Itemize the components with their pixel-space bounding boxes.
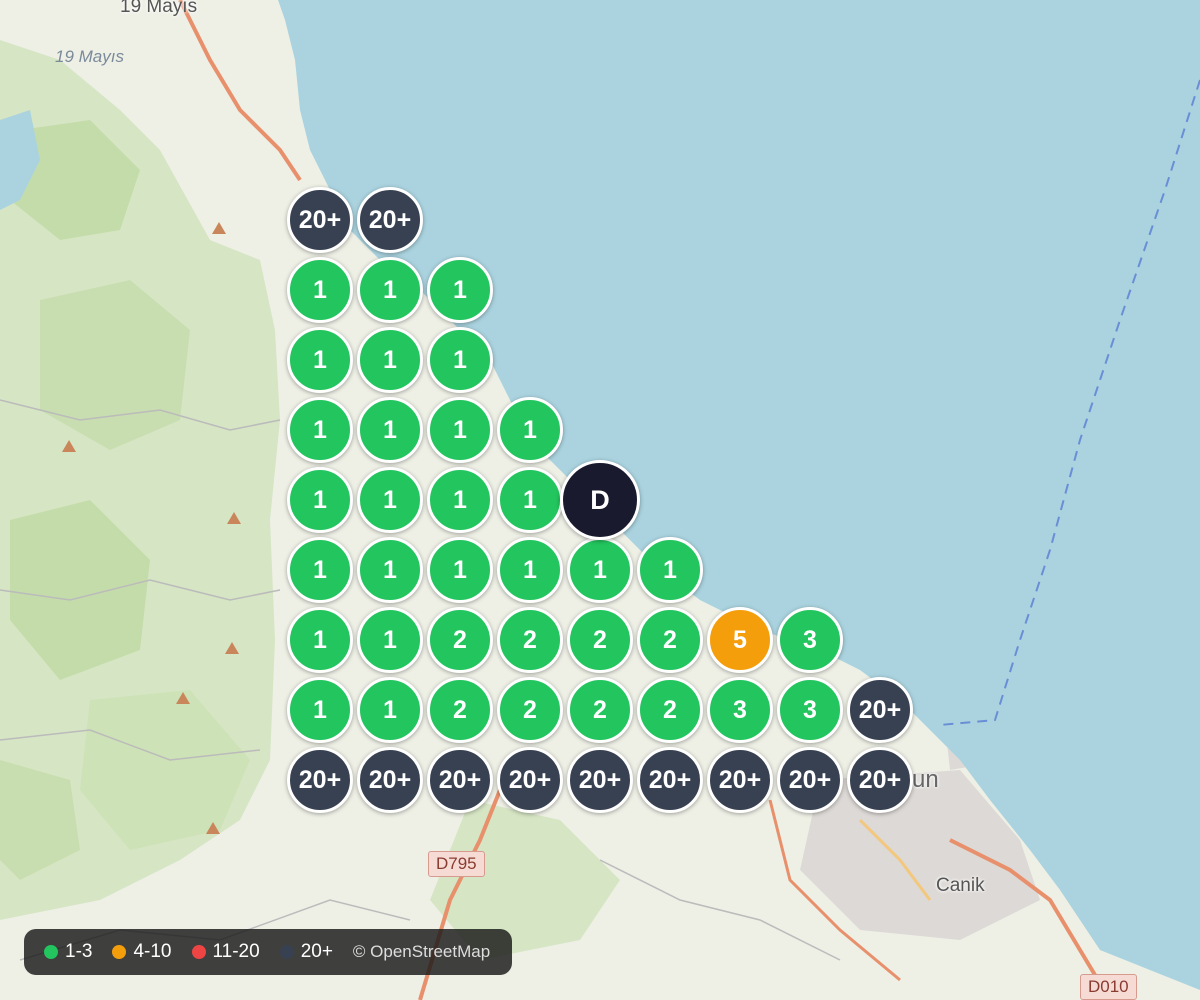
- cluster-marker[interactable]: 1: [287, 257, 353, 323]
- cluster-marker[interactable]: 2: [497, 607, 563, 673]
- cluster-marker[interactable]: 1: [357, 467, 423, 533]
- cluster-marker[interactable]: 2: [637, 607, 703, 673]
- legend-label: 4-10: [133, 941, 172, 962]
- cluster-marker[interactable]: 20+: [847, 677, 913, 743]
- legend-item: 1-3: [44, 941, 92, 963]
- cluster-marker[interactable]: 20+: [847, 747, 913, 813]
- legend-dot-icon: [191, 945, 206, 959]
- cluster-marker[interactable]: 20+: [287, 187, 353, 253]
- cluster-marker[interactable]: 20+: [357, 187, 423, 253]
- district-label-19-mayis: 19 Mayıs: [55, 47, 124, 66]
- cluster-marker[interactable]: 1: [287, 607, 353, 673]
- cluster-marker[interactable]: 1: [357, 677, 423, 743]
- cluster-marker[interactable]: 1: [287, 397, 353, 463]
- legend-item: 11-20: [191, 941, 260, 963]
- cluster-marker[interactable]: 1: [357, 257, 423, 323]
- cluster-marker[interactable]: 20+: [567, 747, 633, 813]
- cluster-marker[interactable]: 20+: [637, 747, 703, 813]
- cluster-marker[interactable]: 2: [637, 677, 703, 743]
- legend-dot-icon: [44, 945, 58, 959]
- depot-marker[interactable]: D: [560, 460, 640, 540]
- legend-dot-icon: [279, 945, 294, 959]
- cluster-marker[interactable]: 5: [707, 607, 773, 673]
- cluster-marker[interactable]: 20+: [497, 747, 563, 813]
- cluster-marker[interactable]: 1: [357, 397, 423, 463]
- cluster-marker[interactable]: 1: [357, 537, 423, 603]
- cluster-marker[interactable]: 3: [777, 677, 843, 743]
- cluster-marker[interactable]: 20+: [777, 747, 843, 813]
- cluster-marker[interactable]: 1: [497, 397, 563, 463]
- cluster-marker[interactable]: 1: [427, 257, 493, 323]
- cluster-marker[interactable]: 1: [497, 467, 563, 533]
- map-canvas[interactable]: 19 Mayıs 19 Mayıs Canik un D795 D010 20+…: [0, 0, 1200, 1000]
- place-label-city-fragment: un: [912, 766, 939, 793]
- cluster-marker[interactable]: 2: [427, 607, 493, 673]
- map-legend: 1-3 4-10 11-20 20+ © OpenStreetMap: [24, 929, 513, 975]
- cluster-marker[interactable]: 1: [287, 467, 353, 533]
- cluster-marker[interactable]: 1: [427, 327, 493, 393]
- cluster-marker[interactable]: 3: [777, 607, 843, 673]
- road-shield-d010: D010: [1080, 974, 1137, 1000]
- legend-item: 20+: [279, 941, 333, 963]
- road-shield-d795: D795: [428, 851, 485, 877]
- cluster-marker[interactable]: 2: [427, 677, 493, 743]
- cluster-marker[interactable]: 2: [497, 677, 563, 743]
- legend-item: 4-10: [112, 941, 172, 963]
- cluster-marker[interactable]: 20+: [707, 747, 773, 813]
- cluster-marker[interactable]: 2: [567, 677, 633, 743]
- cluster-marker[interactable]: 2: [567, 607, 633, 673]
- attribution-link[interactable]: © OpenStreetMap: [353, 942, 490, 962]
- cluster-marker[interactable]: 1: [637, 537, 703, 603]
- cluster-marker[interactable]: 20+: [287, 747, 353, 813]
- cluster-marker[interactable]: 3: [707, 677, 773, 743]
- cluster-marker[interactable]: 1: [357, 607, 423, 673]
- cluster-marker[interactable]: 1: [287, 327, 353, 393]
- place-label-19-mayis: 19 Mayıs: [120, 0, 198, 17]
- legend-label: 1-3: [65, 941, 93, 962]
- cluster-marker[interactable]: 20+: [357, 747, 423, 813]
- cluster-marker[interactable]: 1: [427, 467, 493, 533]
- legend-label: 20+: [300, 941, 333, 962]
- legend-label: 11-20: [212, 941, 260, 962]
- cluster-marker[interactable]: 1: [497, 537, 563, 603]
- cluster-marker[interactable]: 20+: [427, 747, 493, 813]
- cluster-marker[interactable]: 1: [427, 397, 493, 463]
- cluster-marker[interactable]: 1: [427, 537, 493, 603]
- legend-dot-icon: [112, 945, 127, 959]
- cluster-marker[interactable]: 1: [287, 537, 353, 603]
- cluster-marker[interactable]: 1: [567, 537, 633, 603]
- cluster-marker[interactable]: 1: [287, 677, 353, 743]
- place-label-canik: Canik: [936, 875, 985, 896]
- cluster-marker[interactable]: 1: [357, 327, 423, 393]
